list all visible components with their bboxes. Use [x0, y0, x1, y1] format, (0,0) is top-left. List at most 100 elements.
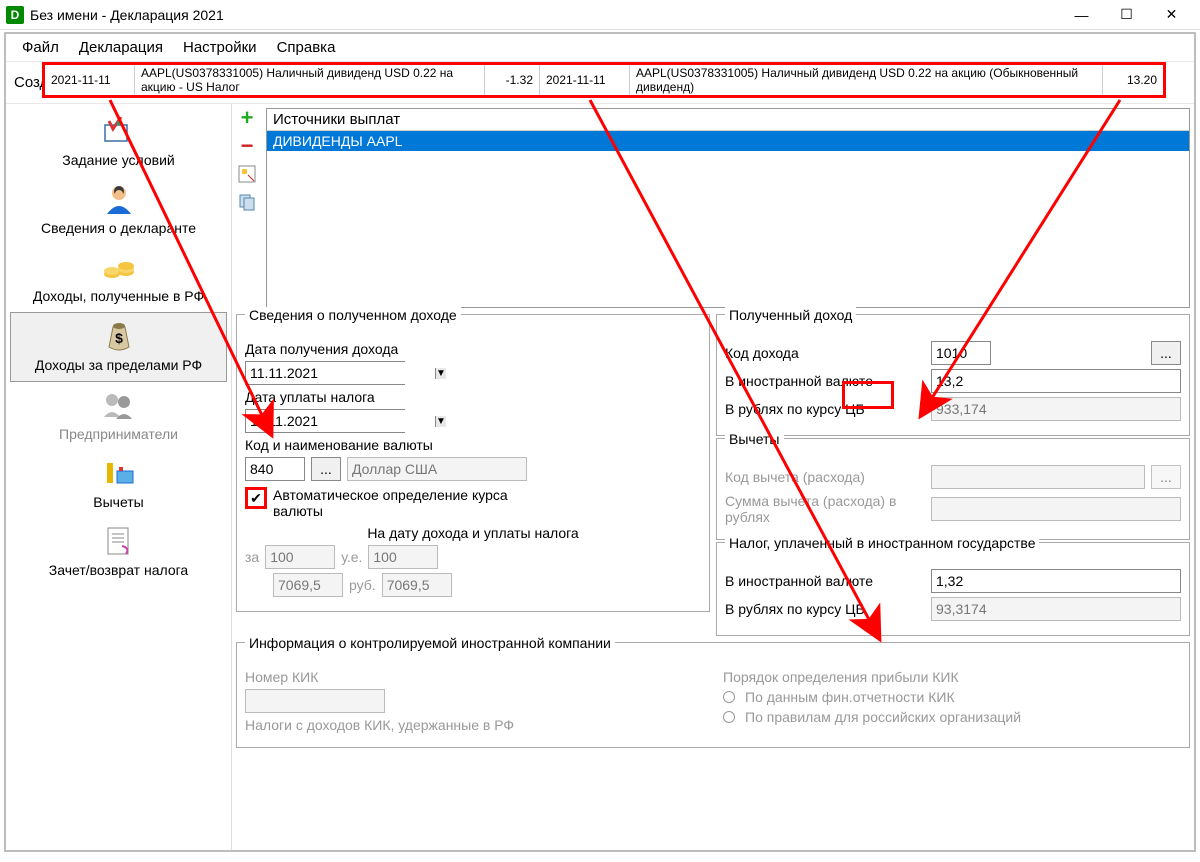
label-rub-cb: В рублях по курсу ЦБ — [725, 401, 925, 417]
label-tax-rub: В рублях по курсу ЦБ — [725, 601, 925, 617]
kik-no-input — [245, 689, 385, 713]
group-deductions: Вычеты Код вычета (расхода) ... Сумма вы… — [716, 438, 1190, 540]
sidebar-item-income-rf[interactable]: Доходы, полученные в РФ — [6, 244, 231, 312]
copy-source-icon[interactable] — [237, 192, 257, 212]
rub-cb-input — [931, 397, 1181, 421]
group-foreign-tax: Налог, уплаченный в иностранном государс… — [716, 542, 1190, 636]
conditions-icon — [100, 114, 138, 148]
sidebar: Задание условий Сведения о декларанте До… — [6, 104, 232, 850]
za-label: за — [245, 549, 259, 565]
sidebar-label: Зачет/возврат налога — [49, 562, 188, 578]
dropdown-icon[interactable]: ▼ — [435, 416, 446, 427]
highlighted-data-row: 2021-11-11 AAPL(US0378331005) Наличный д… — [42, 62, 1166, 98]
group-income-info: Сведения о полученном доходе Дата получе… — [236, 314, 710, 612]
tax-foreign-input[interactable] — [931, 569, 1181, 593]
currency-name-field — [347, 457, 527, 481]
sources-header: Источники выплат — [267, 109, 1189, 131]
deductions-icon — [100, 456, 138, 490]
foreign-amount-input[interactable] — [931, 369, 1181, 393]
label-deduct-sum: Сумма вычета (расхода) в рублях — [725, 493, 925, 525]
add-source-icon[interactable]: + — [237, 108, 257, 128]
cell-date2: 2021-11-11 — [540, 65, 630, 95]
group-icon — [100, 388, 138, 422]
source-row-selected[interactable]: ДИВИДЕНДЫ AAPL — [267, 131, 1189, 151]
date-tax-combo[interactable]: ▼ — [245, 409, 405, 433]
sidebar-item-entrepreneurs[interactable]: Предприниматели — [6, 382, 231, 450]
cell-date1: 2021-11-11 — [45, 65, 135, 95]
source-icon-column: + − — [234, 108, 260, 212]
label-date-received: Дата получения дохода — [245, 341, 398, 357]
rub-label: руб. — [349, 577, 376, 593]
label-kik-order: Порядок определения прибыли КИК — [723, 669, 959, 685]
moneybag-icon: $ — [100, 319, 138, 353]
close-button[interactable]: ✕ — [1149, 1, 1194, 29]
menu-file[interactable]: Файл — [14, 37, 67, 58]
sources-panel: Источники выплат ДИВИДЕНДЫ AAPL — [266, 108, 1190, 308]
sidebar-label: Сведения о декларанте — [41, 220, 196, 236]
label-tax-foreign: В иностранной валюте — [725, 573, 925, 589]
cell-amount2: 13.20 — [1103, 65, 1163, 95]
menu-help[interactable]: Справка — [269, 37, 344, 58]
minimize-button[interactable]: — — [1059, 1, 1104, 29]
kik-option-1: По данным фин.отчетности КИК — [723, 689, 1181, 705]
title-bar: D Без имени - Декларация 2021 — ☐ ✕ — [0, 0, 1200, 30]
sidebar-item-income-foreign[interactable]: $ Доходы за пределами РФ — [10, 312, 227, 382]
deduct-sum-input — [931, 497, 1181, 521]
kik-option-2: По правилам для российских организаций — [723, 709, 1181, 725]
auto-rate-checkbox-row[interactable]: ✔ Автоматическое определение курса валют… — [245, 487, 701, 519]
rub2-input — [382, 573, 452, 597]
app-icon: D — [6, 6, 24, 24]
deduct-browse[interactable]: ... — [1151, 465, 1181, 489]
cell-desc2: AAPL(US0378331005) Наличный дивиденд USD… — [630, 65, 1103, 95]
group-kik: Информация о контролируемой иностранной … — [236, 642, 1190, 748]
sidebar-label: Доходы за пределами РФ — [35, 357, 202, 373]
main-pane: + − Источники выплат ДИВИДЕНДЫ AAPL Свед… — [232, 104, 1194, 850]
label-kik-tax: Налоги с доходов КИК, удержанные в РФ — [245, 717, 514, 733]
document-icon — [100, 524, 138, 558]
remove-source-icon[interactable]: − — [237, 136, 257, 156]
edit-source-icon[interactable] — [237, 164, 257, 184]
menubar: Файл Декларация Настройки Справка — [6, 34, 1194, 62]
deduct-code-input — [931, 465, 1145, 489]
sidebar-label: Предприниматели — [59, 426, 178, 442]
date-received-input[interactable] — [246, 362, 435, 384]
label-deduct-code: Код вычета (расхода) — [725, 469, 925, 485]
window-title: Без имени - Декларация 2021 — [30, 7, 1059, 23]
auto-rate-label: Автоматическое определение курса валюты — [273, 487, 533, 519]
date-tax-input[interactable] — [246, 410, 435, 432]
currency-browse-button[interactable]: ... — [311, 457, 341, 481]
za-input — [265, 545, 335, 569]
label-currency: Код и наименование валюты — [245, 437, 433, 453]
menu-settings[interactable]: Настройки — [175, 37, 265, 58]
sidebar-item-conditions[interactable]: Задание условий — [6, 108, 231, 176]
sidebar-item-declarant[interactable]: Сведения о декларанте — [6, 176, 231, 244]
group-title: Сведения о полученном доходе — [245, 307, 461, 323]
dropdown-icon[interactable]: ▼ — [435, 368, 446, 379]
sidebar-label: Доходы, полученные в РФ — [33, 288, 204, 304]
income-code-input[interactable] — [931, 341, 991, 365]
label-foreign: В иностранной валюте — [725, 373, 925, 389]
label-kik-no: Номер КИК — [245, 669, 318, 685]
sources-list[interactable]: ДИВИДЕНДЫ AAPL — [267, 131, 1189, 151]
income-code-browse[interactable]: ... — [1151, 341, 1181, 365]
group-title: Налог, уплаченный в иностранном государс… — [725, 535, 1039, 551]
ue-label: у.е. — [341, 549, 362, 565]
label-date-tax: Дата уплаты налога — [245, 389, 375, 405]
group-income-received: Полученный доход Код дохода ... В иностр… — [716, 314, 1190, 436]
currency-code-input[interactable] — [245, 457, 305, 481]
svg-text:$: $ — [115, 330, 123, 346]
main-window: Файл Декларация Настройки Справка Создат… — [4, 32, 1196, 852]
date-received-combo[interactable]: ▼ — [245, 361, 405, 385]
cell-desc1: AAPL(US0378331005) Наличный дивиденд USD… — [135, 65, 485, 95]
sidebar-item-deductions[interactable]: Вычеты — [6, 450, 231, 518]
sidebar-item-refund[interactable]: Зачет/возврат налога — [6, 518, 231, 586]
cell-amount1: -1.32 — [485, 65, 540, 95]
auto-rate-checkbox[interactable]: ✔ — [245, 487, 267, 509]
menu-declaration[interactable]: Декларация — [71, 37, 171, 58]
label-income-code: Код дохода — [725, 345, 925, 361]
sidebar-label: Вычеты — [93, 494, 144, 510]
sidebar-label: Задание условий — [62, 152, 174, 168]
coins-icon — [100, 250, 138, 284]
group-title: Полученный доход — [725, 307, 856, 323]
maximize-button[interactable]: ☐ — [1104, 1, 1149, 29]
